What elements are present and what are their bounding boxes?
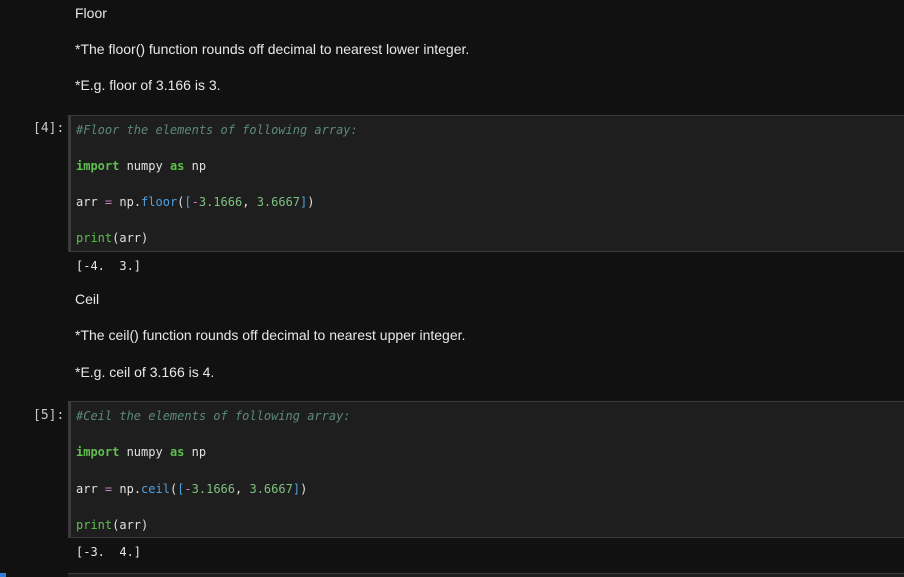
code-line-print: print(arr) [76, 230, 148, 246]
ceil-description: *The ceil() function rounds off decimal … [75, 327, 466, 343]
np-prefix: np. [112, 482, 142, 496]
code-comment: #Ceil the elements of following array: [76, 409, 351, 423]
code-line-comment: #Ceil the elements of following array: [76, 408, 351, 424]
number-literal: 3.6667 [256, 195, 301, 209]
code-cell-floor[interactable]: #Floor the elements of following array: … [68, 115, 904, 252]
minus-sign: - [184, 482, 192, 496]
module-alias: np [184, 159, 207, 173]
cell-prompt: [5]: [33, 408, 65, 423]
np-prefix: np. [112, 195, 142, 209]
code-line-print: print(arr) [76, 517, 148, 533]
cell-output-floor: [-4. 3.] [76, 259, 142, 273]
code-line-comment: #Floor the elements of following array: [76, 122, 358, 138]
keyword-import: import [76, 159, 120, 173]
number-literal: 3.6667 [249, 482, 293, 496]
code-line-import: import numpy as np [76, 444, 206, 460]
cell-output-ceil: [-3. 4.] [76, 545, 142, 559]
function-name: floor [141, 195, 178, 209]
print-function: print [76, 231, 113, 245]
close-paren: ) [307, 195, 315, 209]
cell-edge [69, 116, 71, 251]
print-args: (arr) [112, 231, 149, 245]
close-bracket: ] [292, 482, 301, 496]
variable-name: arr [76, 195, 105, 209]
cell-prompt: [4]: [33, 121, 65, 136]
floor-heading: Floor [75, 5, 107, 21]
active-cell-indicator [0, 573, 6, 577]
close-paren: ) [300, 482, 308, 496]
floor-example: *E.g. floor of 3.166 is 3. [75, 77, 221, 93]
keyword-as: as [169, 159, 185, 173]
code-line-assign: arr = np.ceil([-3.1666, 3.6667]) [76, 481, 307, 497]
open-bracket: [ [184, 195, 192, 209]
keyword-import: import [76, 445, 120, 459]
code-comment: #Floor the elements of following array: [76, 123, 358, 137]
keyword-as: as [169, 445, 185, 459]
floor-description: *The floor() function rounds off decimal… [75, 41, 470, 57]
function-name: ceil [141, 482, 170, 496]
code-line-import: import numpy as np [76, 158, 206, 174]
cell-edge [69, 402, 71, 537]
module-alias: np [184, 445, 207, 459]
next-cell-edge[interactable] [68, 573, 904, 577]
module-name: numpy [119, 445, 170, 459]
ceil-heading: Ceil [75, 291, 100, 307]
comma: , [235, 482, 250, 496]
minus-sign: - [191, 195, 199, 209]
variable-name: arr [76, 482, 105, 496]
number-literal: 3.1666 [198, 195, 243, 209]
ceil-example: *E.g. ceil of 3.166 is 4. [75, 364, 215, 380]
number-literal: 3.1666 [191, 482, 236, 496]
code-line-assign: arr = np.floor([-3.1666, 3.6667]) [76, 194, 315, 210]
code-cell-ceil[interactable]: #Ceil the elements of following array: i… [68, 401, 904, 538]
module-name: numpy [119, 159, 170, 173]
print-args: (arr) [112, 518, 149, 532]
comma: , [242, 195, 257, 209]
print-function: print [76, 518, 113, 532]
